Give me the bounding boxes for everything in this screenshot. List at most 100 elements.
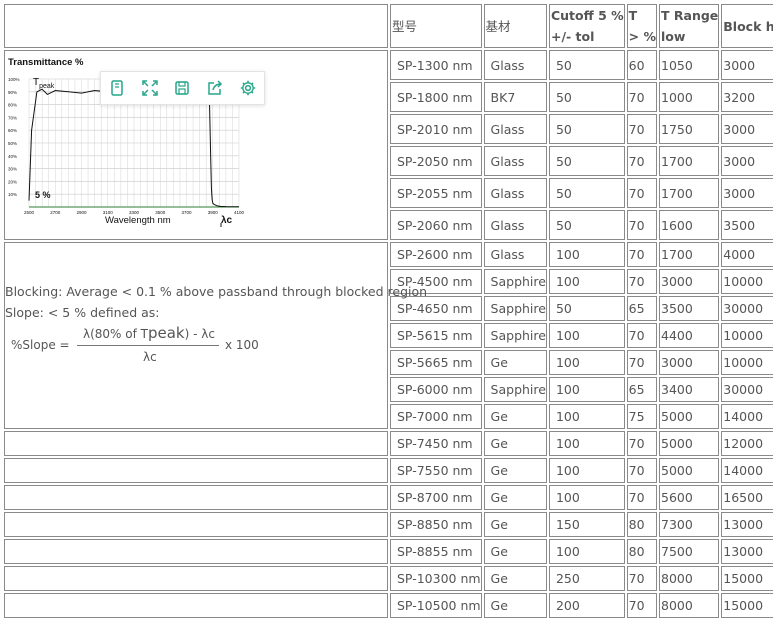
trange-header-line2: low	[661, 29, 686, 44]
block-cell: 3000	[721, 146, 773, 176]
trange-cell: 1700	[659, 146, 720, 176]
y-tick-label: 50%	[8, 141, 17, 146]
chart-cell: Transmittance % 100% 90% 80% 70% 60% 50% 40% 30…	[4, 50, 388, 240]
y-tick-labels: 100% 90% 80% 70% 60% 50% 40% 30% 20% 10%	[8, 77, 20, 197]
t-cell: 80	[626, 512, 658, 537]
y-tick-label: 40%	[8, 154, 17, 159]
model-cell: SP-6000 nm	[390, 377, 482, 402]
t-cell: 70	[626, 178, 658, 208]
y-tick-label: 90%	[8, 90, 17, 95]
trange-cell: 8000	[659, 593, 720, 618]
save-button[interactable]	[170, 76, 194, 100]
trange-cell: 3000	[659, 269, 720, 294]
block-cell: 30000	[721, 377, 773, 402]
x-tick-label: 2900	[76, 210, 87, 215]
t-cell: 80	[626, 539, 658, 564]
trange-cell: 1050	[659, 50, 720, 80]
material-cell: Ge	[483, 431, 547, 456]
formula-denominator: λc	[143, 350, 157, 364]
block-cell: 15000	[721, 593, 773, 618]
t-cell: 70	[626, 323, 658, 348]
bookmark-button[interactable]	[105, 76, 129, 100]
expand-icon	[142, 80, 158, 96]
block-cell: 3000	[721, 178, 773, 208]
block-cell: 14000	[721, 458, 773, 483]
material-cell: Ge	[483, 539, 547, 564]
slope-formula: %Slope = λ(80% of Tpeak) - λc λc x 100	[11, 324, 271, 366]
table-row: SP-8855 nm Ge 100 80 7500 13000	[4, 539, 773, 564]
t-cell: 70	[626, 593, 658, 618]
block-cell: 10000	[721, 350, 773, 375]
bookmark-icon	[111, 80, 124, 96]
material-cell: Glass	[483, 50, 547, 80]
cutoff-cell: 150	[548, 512, 625, 537]
cutoff-cell: 100	[548, 323, 625, 348]
material-cell: Ge	[483, 512, 547, 537]
expand-button[interactable]	[138, 76, 162, 100]
block-cell: 3200	[721, 82, 773, 112]
model-cell: SP-2050 nm	[390, 146, 482, 176]
table-row: Blocking: Average < 0.1 % above passband…	[4, 242, 773, 429]
formula-lhs: %Slope =	[11, 338, 70, 352]
model-cell: SP-8700 nm	[390, 485, 482, 510]
model-cell: SP-2055 nm	[390, 178, 482, 208]
cutoff-header-line1: Cutoff 5 %	[550, 8, 624, 23]
trange-header: T Range low	[659, 4, 720, 48]
material-cell: Glass	[483, 210, 547, 240]
trange-cell: 3400	[659, 377, 720, 402]
blocking-panel: Blocking: Average < 0.1 % above passband…	[5, 243, 427, 415]
trange-cell: 5000	[659, 431, 720, 456]
trange-cell: 1600	[659, 210, 720, 240]
t-cell: 70	[626, 269, 658, 294]
y-tick-label: 10%	[8, 192, 17, 197]
t-cell: 70	[626, 146, 658, 176]
share-button[interactable]	[203, 76, 227, 100]
model-cell: SP-10500 nm	[390, 593, 482, 618]
gear-icon	[240, 80, 255, 96]
trange-cell: 1000	[659, 82, 720, 112]
empty-cell	[4, 593, 388, 618]
empty-cell	[4, 566, 388, 591]
table-row: SP-10300 nm Ge 250 70 8000 15000	[4, 566, 773, 591]
y-tick-label: 80%	[8, 103, 17, 108]
slope-text: Slope: < 5 % defined as:	[5, 305, 160, 320]
trange-cell: 7300	[659, 512, 720, 537]
table-row: SP-8850 nm Ge 150 80 7300 13000	[4, 512, 773, 537]
material-cell: BK7	[483, 82, 547, 112]
cutoff-header: Cutoff 5 % +/- tol	[548, 4, 625, 48]
y-tick-label: 100%	[8, 77, 20, 82]
x-tick-label: 3700	[181, 210, 192, 215]
block-cell: 4000	[721, 242, 773, 267]
empty-cell	[4, 431, 388, 456]
table-row: SP-8700 nm Ge 100 70 5600 16500	[4, 485, 773, 510]
table-row: SP-7550 nm Ge 100 70 5000 14000	[4, 458, 773, 483]
x-tick-label: 2500	[24, 210, 35, 215]
block-cell: 30000	[721, 296, 773, 321]
t-cell: 70	[626, 485, 658, 510]
chart-title: Transmittance %	[8, 57, 84, 68]
cutoff-cell: 100	[548, 485, 625, 510]
table-row: SP-10500 nm Ge 200 70 8000 15000	[4, 593, 773, 618]
block-cell: 16500	[721, 485, 773, 510]
empty-cell	[4, 485, 388, 510]
material-cell: Glass	[483, 178, 547, 208]
block-header: Block high	[721, 4, 773, 48]
settings-button[interactable]	[236, 76, 260, 100]
block-cell: 3500	[721, 210, 773, 240]
x-tick-label: 4100	[234, 210, 245, 215]
material-cell: Glass	[483, 114, 547, 144]
table-row: Transmittance % 100% 90% 80% 70% 60% 50% 40% 30…	[4, 50, 773, 240]
block-cell: 3000	[721, 50, 773, 80]
trange-cell: 1750	[659, 114, 720, 144]
material-cell: Sapphire	[483, 269, 547, 294]
cutoff-cell: 50	[548, 114, 625, 144]
model-cell: SP-1300 nm	[390, 50, 482, 80]
material-cell: Ge	[483, 458, 547, 483]
lambda-label: λc	[221, 215, 233, 226]
material-cell: Glass	[483, 146, 547, 176]
t-cell: 60	[626, 50, 658, 80]
trange-cell: 3500	[659, 296, 720, 321]
block-cell: 10000	[721, 323, 773, 348]
table-body: Transmittance % 100% 90% 80% 70% 60% 50% 40% 30…	[4, 50, 773, 618]
t-header-line2: > %	[628, 29, 657, 44]
